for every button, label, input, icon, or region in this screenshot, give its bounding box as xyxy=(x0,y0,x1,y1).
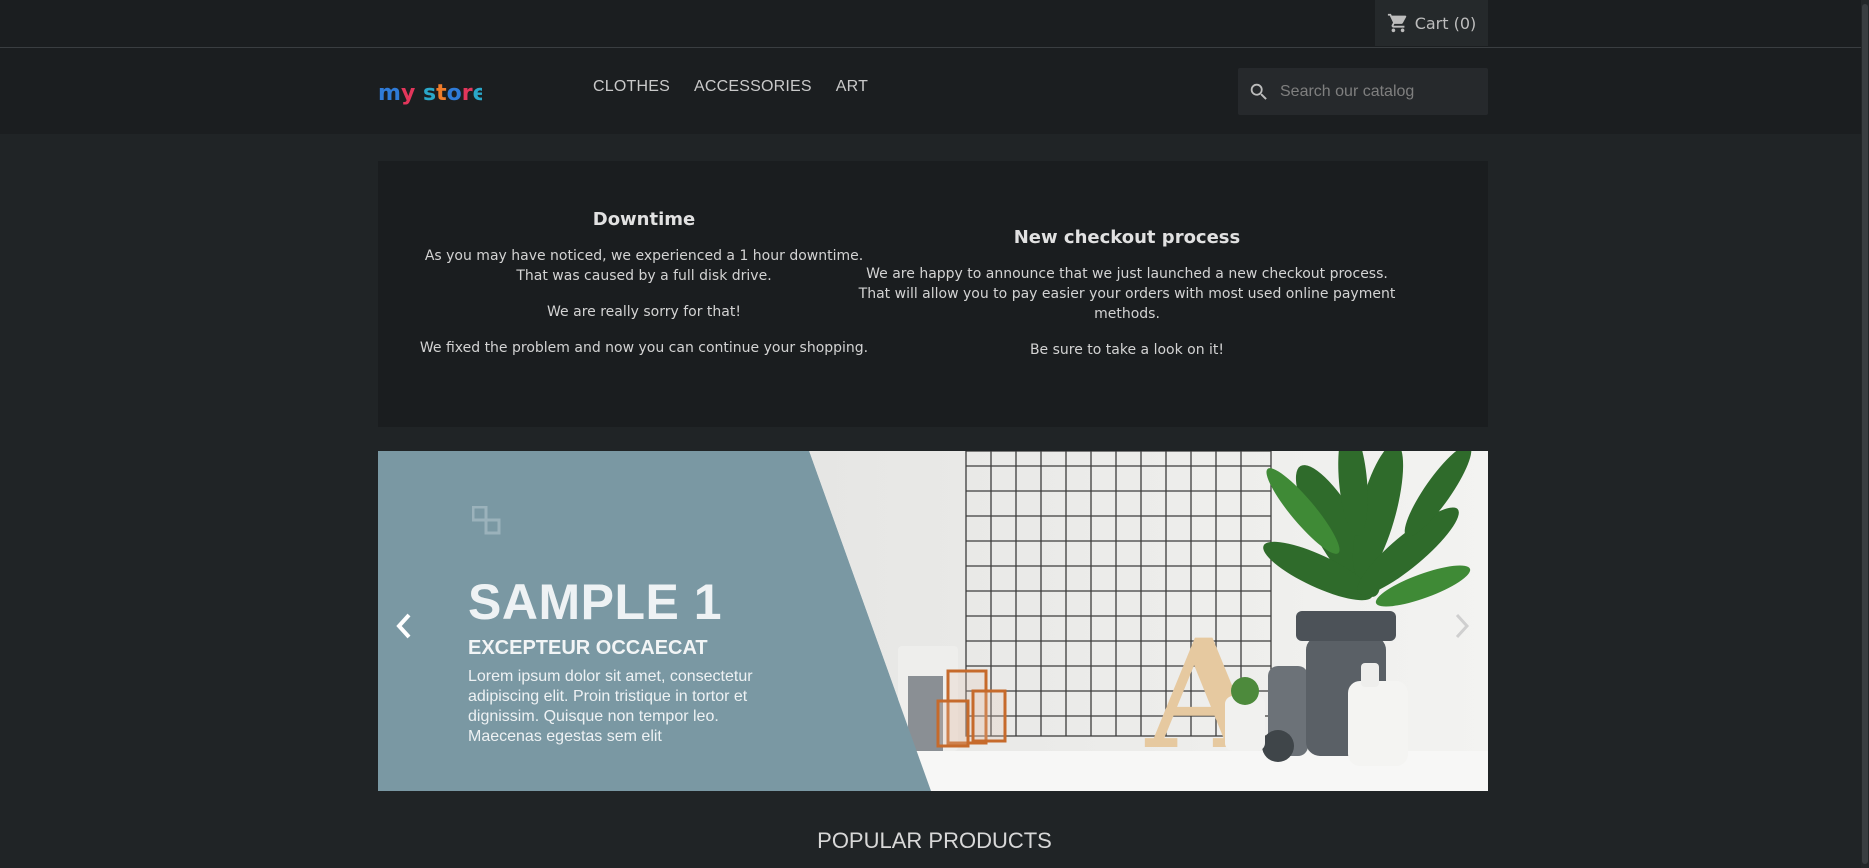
slide-subtitle: EXCEPTEUR OCCAECAT xyxy=(468,637,708,659)
cart-label: Cart (0) xyxy=(1414,13,1477,33)
search-icon[interactable] xyxy=(1248,81,1270,103)
popular-products-heading: POPULAR PRODUCTS xyxy=(817,828,1052,853)
shopping-cart-icon xyxy=(1387,13,1406,33)
downtime-title: Downtime xyxy=(592,209,696,230)
slide-description: Lorem ipsum dolor sit amet, consectetur … xyxy=(468,668,753,745)
nav-item-clothes[interactable]: CLOTHES xyxy=(593,78,670,96)
cart-button[interactable]: Cart (0) xyxy=(1375,0,1488,46)
stacked-squares-icon xyxy=(472,506,501,535)
search-input[interactable] xyxy=(1280,82,1460,101)
downtime-apology: We are really sorry for that! xyxy=(547,304,741,320)
scrollbar-thumb[interactable] xyxy=(1862,4,1868,864)
slide-title: SAMPLE 1 xyxy=(468,574,723,630)
checkout-title: New checkout process xyxy=(1013,227,1241,248)
search-box xyxy=(1238,68,1488,115)
custom-text-block: Downtime As you may have noticed, we exp… xyxy=(378,161,1488,427)
downtime-paragraph: As you may have noticed, we experienced … xyxy=(378,246,910,286)
svg-text:my store: my store xyxy=(378,81,482,106)
downtime-line-1: As you may have noticed, we experienced … xyxy=(424,248,864,264)
main-nav: CLOTHES ACCESSORIES ART xyxy=(593,78,868,96)
checkout-paragraph: We are happy to announce that we just la… xyxy=(854,264,1400,324)
checkout-line-1: We are happy to announce that we just la… xyxy=(866,266,1388,282)
top-bar: Cart (0) xyxy=(0,0,1869,48)
slider-next-arrow-icon[interactable] xyxy=(1450,611,1474,641)
image-slider: A SAMPLE 1 EXCEPTEUR OCCAECAT Lorem ipsu… xyxy=(378,451,1488,791)
nav-item-art[interactable]: ART xyxy=(836,78,868,96)
downtime-fixed: We fixed the problem and now you can con… xyxy=(419,340,869,356)
checkout-notice: New checkout process We are happy to ann… xyxy=(854,226,1400,376)
page-scrollbar[interactable] xyxy=(1861,0,1869,868)
store-logo[interactable]: my store xyxy=(378,76,482,110)
slider-prev-arrow-icon[interactable] xyxy=(392,611,416,641)
site-header: my store CLOTHES ACCESSORIES ART xyxy=(0,48,1869,134)
downtime-notice: Downtime As you may have noticed, we exp… xyxy=(378,208,910,374)
nav-item-accessories[interactable]: ACCESSORIES xyxy=(694,78,812,96)
downtime-line-2: That was caused by a full disk drive. xyxy=(516,268,772,284)
checkout-lookup: Be sure to take a look on it! xyxy=(1029,342,1225,358)
checkout-line-2: That will allow you to pay easier your o… xyxy=(858,286,1396,322)
